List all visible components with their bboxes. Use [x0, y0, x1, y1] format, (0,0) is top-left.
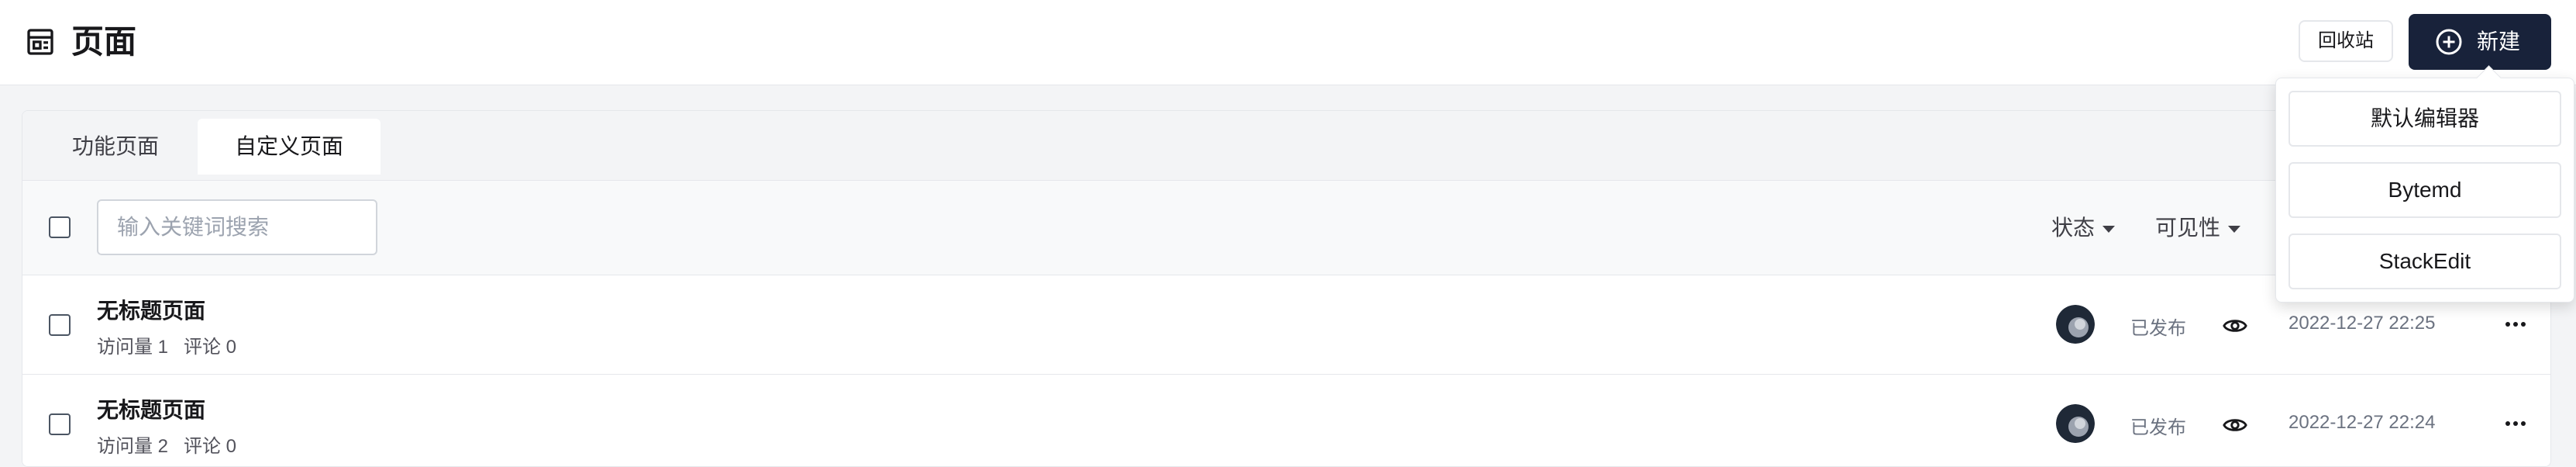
chevron-down-icon [2102, 226, 2116, 234]
search-input[interactable] [97, 199, 377, 255]
chevron-down-icon [2228, 226, 2241, 234]
editor-dropdown-menu: 默认编辑器 Bytemd StackEdit [2275, 65, 2574, 303]
comment-count: 评论 0 [184, 436, 237, 457]
more-horizontal-icon[interactable] [2495, 303, 2536, 345]
status-filter-label: 状态 [2051, 216, 2096, 240]
status-filter[interactable]: 状态 [2051, 209, 2116, 247]
visit-count: 访问量 2 [97, 436, 169, 457]
page-icon [27, 29, 53, 55]
filter-bar: 状态 可见性 [22, 181, 2550, 275]
recycle-bin-button[interactable]: 回收站 [2299, 20, 2393, 62]
tab-functional-pages[interactable]: 功能页面 [40, 119, 191, 175]
status-label: 已发布 [2130, 318, 2186, 339]
row-checkbox[interactable] [49, 413, 71, 435]
visit-count: 访问量 1 [97, 337, 169, 358]
new-page-label: 新建 [2477, 29, 2521, 54]
status-label: 已发布 [2130, 417, 2186, 438]
top-bar: 页面 回收站 新建 [0, 0, 2576, 85]
updated-date: 2022-12-27 22:25 [2288, 313, 2436, 334]
eye-icon [2223, 419, 2247, 431]
page-stats: 访问量 1 评论 0 [97, 331, 236, 358]
tabs-bar: 功能页面 自定义页面 [22, 111, 2550, 181]
table-row[interactable]: 无标题页面 访问量 1 评论 0 已发布 2022-12-27 22:25 [22, 275, 2550, 375]
more-horizontal-icon[interactable] [2495, 403, 2536, 445]
menu-item-stackedit[interactable]: StackEdit [2288, 234, 2561, 289]
menu-item-bytemd[interactable]: Bytemd [2288, 162, 2561, 218]
menu-item-default-editor[interactable]: 默认编辑器 [2288, 91, 2561, 147]
page-title-link[interactable]: 无标题页面 [97, 294, 205, 325]
page-title-link[interactable]: 无标题页面 [97, 393, 205, 424]
page-stats: 访问量 2 评论 0 [97, 431, 236, 458]
visibility-filter[interactable]: 可见性 [2155, 209, 2241, 247]
avatar [2056, 305, 2095, 344]
visibility-filter-label: 可见性 [2155, 216, 2221, 240]
tab-custom-pages[interactable]: 自定义页面 [198, 119, 381, 175]
updated-date: 2022-12-27 22:24 [2288, 412, 2436, 433]
new-page-button[interactable]: 新建 [2409, 14, 2551, 70]
select-all-checkbox[interactable] [49, 216, 71, 238]
comment-count: 评论 0 [184, 337, 237, 358]
eye-icon [2223, 320, 2247, 332]
table-row[interactable]: 无标题页面 访问量 2 评论 0 已发布 2022-12-27 22:24 [22, 375, 2550, 466]
page-title: 页面 [71, 23, 137, 60]
row-checkbox[interactable] [49, 314, 71, 336]
avatar [2056, 404, 2095, 443]
pages-card: 功能页面 自定义页面 状态 可见性 无标题页面 访问量 1 评论 0 已发布 20… [22, 110, 2551, 467]
plus-circle-icon [2436, 29, 2462, 55]
